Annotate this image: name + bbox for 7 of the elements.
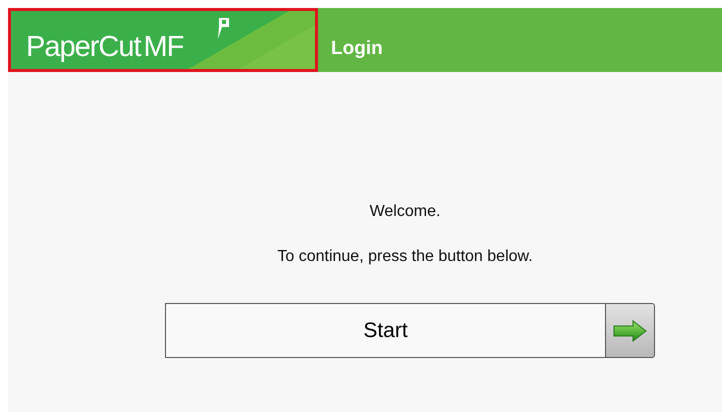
arrow-icon xyxy=(613,320,647,342)
message-text: Welcome. xyxy=(370,202,440,222)
next-button[interactable] xyxy=(606,303,655,358)
logo-text: PaperCutMF xyxy=(26,33,184,62)
message-text: To continue, press the button below. xyxy=(277,247,533,267)
start-button[interactable]: Start xyxy=(165,303,606,358)
screen-title: Login xyxy=(331,36,383,61)
